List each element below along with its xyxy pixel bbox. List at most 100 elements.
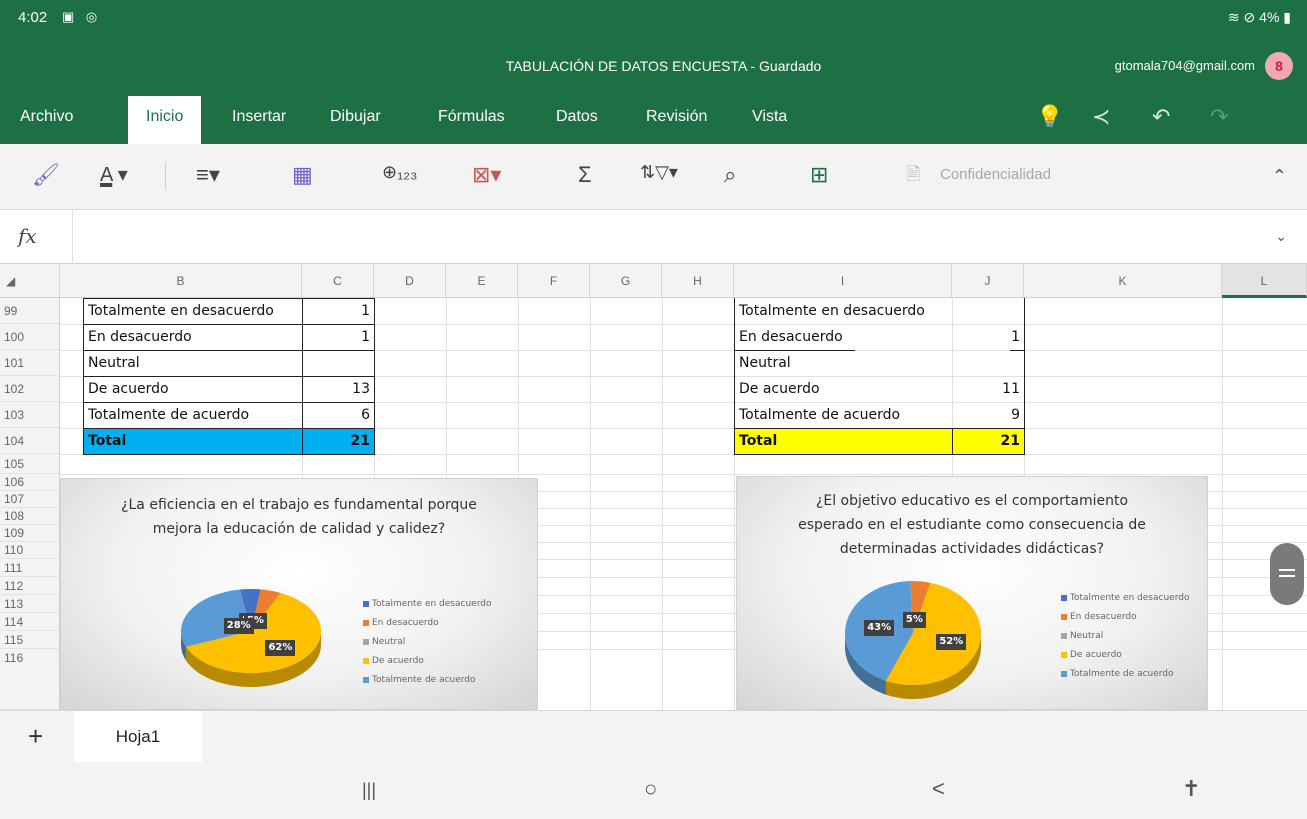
column-header-l[interactable]: L [1222,264,1307,298]
table2-total-label[interactable]: Total [735,428,952,454]
tab-archivo[interactable]: Archivo [20,108,73,126]
table1-value[interactable] [302,350,374,376]
row-header-116[interactable]: 116 [0,649,60,710]
confidential-label[interactable]: Confidencialidad [940,166,1051,183]
tab-insertar[interactable]: Insertar [232,108,286,126]
tab-vista[interactable]: Vista [752,108,787,126]
table2-value[interactable] [952,350,1024,376]
sensitivity-icon[interactable]: 🗎 [906,162,920,192]
column-header-f[interactable]: F [518,264,590,298]
table2-label[interactable]: En desacuerdo [735,324,952,350]
row-header-103[interactable]: 103 [0,402,60,428]
legend-swatch [363,676,369,683]
tab-formulas[interactable]: Fórmulas [438,108,505,126]
table1-total-value[interactable]: 21 [302,428,374,454]
row-header-105[interactable]: 105 [0,454,60,474]
table1-label[interactable]: En desacuerdo [84,324,302,350]
scroll-handle[interactable] [1270,543,1304,605]
tab-datos[interactable]: Datos [556,108,598,126]
row-header-100[interactable]: 100 [0,324,60,350]
lightbulb-icon[interactable]: 💡 [1036,104,1063,130]
table2-value[interactable] [952,298,1024,324]
tab-inicio[interactable]: Inicio [128,96,202,144]
redo-icon[interactable]: ↷ [1210,104,1228,130]
pie-chart-objetivo[interactable]: ¿El objetivo educativo es el comportamie… [736,476,1208,710]
toolbar-divider [165,162,166,190]
table1-value[interactable]: 6 [302,402,374,428]
row-header-112[interactable]: 112 [0,577,60,595]
table1-label[interactable]: Totalmente en desacuerdo [84,298,302,324]
column-header-e[interactable]: E [446,264,518,298]
accessibility-icon[interactable]: ✝ [1182,776,1200,802]
pie-chart-eficiencia[interactable]: ¿La eficiencia en el trabajo es fundamen… [60,478,538,710]
function-icon[interactable]: fx [18,224,37,248]
table1-value[interactable]: 1 [302,298,374,324]
autosum-icon[interactable]: Σ [578,162,592,188]
grid-line [60,454,1307,455]
legend-swatch [363,600,369,607]
align-icon[interactable]: ≡▾ [196,162,220,188]
row-header-110[interactable]: 110 [0,542,60,559]
sort-filter-icon[interactable]: ⇅▽▾ [640,162,678,183]
column-header-d[interactable]: D [374,264,446,298]
row-header-115[interactable]: 115 [0,631,60,649]
recent-apps-icon[interactable]: ||| [362,780,376,801]
row-header-111[interactable]: 111 [0,559,60,577]
column-header-j[interactable]: J [952,264,1024,298]
add-sheet-button[interactable]: + [28,721,43,752]
row-header-104[interactable]: 104 [0,428,60,454]
conditional-format-icon[interactable]: ▦ [292,162,313,188]
table2-label[interactable]: Neutral [735,350,952,376]
row-header-107[interactable]: 107 [0,491,60,508]
row-header-99[interactable]: 99 [0,298,60,324]
chevron-down-icon[interactable]: ⌄ [1275,228,1287,245]
column-header-b[interactable]: B [60,264,302,298]
table2-label[interactable]: De acuerdo [735,376,952,402]
share-icon[interactable]: ≺ [1092,104,1110,130]
table-icon[interactable]: ⊞ [810,162,828,188]
table2-value[interactable]: 11 [952,376,1024,402]
spreadsheet-grid[interactable]: ◢ B C D E F G H I J K L 99 100 101 102 1… [0,264,1307,710]
home-icon[interactable]: ○ [644,776,657,802]
table2-value[interactable]: 9 [952,402,1024,428]
row-header-108[interactable]: 108 [0,508,60,525]
column-header-h[interactable]: H [662,264,734,298]
table2-total-value[interactable]: 21 [952,428,1024,454]
table1-label[interactable]: Totalmente de acuerdo [84,402,302,428]
column-header-i[interactable]: I [734,264,952,298]
table1-value[interactable]: 13 [302,376,374,402]
tab-dibujar[interactable]: Dibujar [330,108,381,126]
row-header-109[interactable]: 109 [0,525,60,542]
sheet-tab-bar: + Hoja1 [0,710,1307,763]
collapse-ribbon-icon[interactable]: ⌃ [1272,166,1287,187]
row-header-102[interactable]: 102 [0,376,60,402]
row-header-113[interactable]: 113 [0,595,60,613]
undo-icon[interactable]: ↶ [1152,104,1170,130]
row-header-106[interactable]: 106 [0,474,60,491]
sheet-tab-hoja1[interactable]: Hoja1 [74,711,202,763]
row-header-114[interactable]: 114 [0,613,60,631]
column-header-c[interactable]: C [302,264,374,298]
row-header-101[interactable]: 101 [0,350,60,376]
column-header-g[interactable]: G [590,264,662,298]
avatar[interactable]: 8 [1265,52,1293,80]
search-icon[interactable]: ⌕ [724,162,736,188]
select-all-corner[interactable]: ◢ [0,264,60,298]
font-color-icon[interactable]: A ▾ [100,162,128,187]
table1-label[interactable]: De acuerdo [84,376,302,402]
table2-label[interactable]: Totalmente de acuerdo [735,402,952,428]
table1-value[interactable]: 1 [302,324,374,350]
table1-total-label[interactable]: Total [84,428,302,454]
delete-cells-icon[interactable]: ⊠▾ [472,162,501,188]
account-email[interactable]: gtomala704@gmail.com [1115,58,1255,73]
table2-value[interactable]: 1 [952,324,1024,350]
table2-label[interactable]: Totalmente en desacuerdo [735,298,952,324]
column-header-k[interactable]: K [1024,264,1222,298]
table1-label[interactable]: Neutral [84,350,302,376]
number-format-icon[interactable]: ⊕₁₂₃ [382,162,417,183]
data-label: 43% [864,619,895,636]
format-painter-icon[interactable]: 🖌 [32,162,60,188]
tab-revision[interactable]: Revisión [646,108,707,126]
document-title[interactable]: TABULACIÓN DE DATOS ENCUESTA - Guardado [0,58,1307,74]
back-icon[interactable]: < [932,776,945,802]
